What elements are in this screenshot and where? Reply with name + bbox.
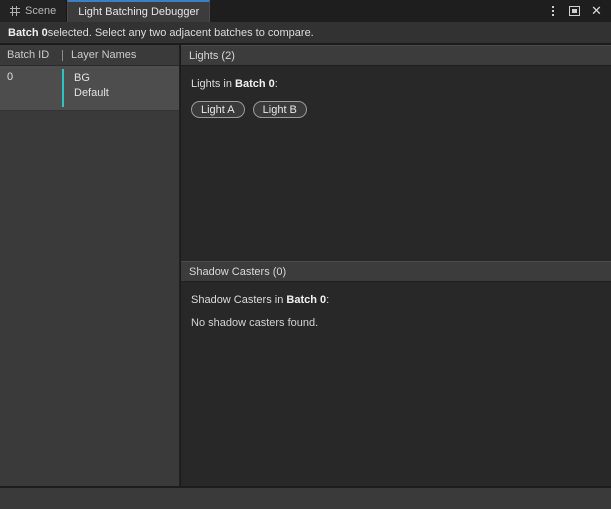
- shadow-casters-section-body: Shadow Casters in Batch 0: No shadow cas…: [181, 282, 611, 329]
- shadow-casters-section: Shadow Casters (0) Shadow Casters in Bat…: [181, 261, 611, 485]
- window-controls: ✕: [542, 0, 611, 22]
- shadow-casters-section-header: Shadow Casters (0): [181, 261, 611, 282]
- kebab-menu-icon[interactable]: [546, 5, 559, 18]
- light-chip-b[interactable]: Light B: [253, 101, 307, 118]
- tab-bar: Scene Light Batching Debugger ✕: [0, 0, 611, 22]
- shadow-casters-label: Shadow Casters in Batch 0:: [191, 294, 611, 306]
- status-batch-name: Batch 0: [8, 27, 48, 39]
- grid-icon: [10, 6, 20, 16]
- shadow-casters-label-prefix: Shadow Casters in: [191, 294, 286, 306]
- shadow-casters-label-suffix: :: [326, 294, 329, 306]
- lights-list: Light A Light B: [191, 101, 611, 118]
- column-header-layer-names: Layer Names: [71, 49, 179, 61]
- tab-scene-label: Scene: [25, 5, 56, 17]
- column-divider: [62, 50, 63, 61]
- batch-id-cell: 0: [0, 66, 62, 110]
- layer-name-item: BG: [74, 71, 179, 86]
- status-message-bar: Batch 0 selected. Select any two adjacen…: [0, 22, 611, 44]
- layer-name-item: Default: [74, 86, 179, 101]
- lights-section: Lights (2) Lights in Batch 0: Light A Li…: [181, 45, 611, 261]
- lights-section-header: Lights (2): [181, 45, 611, 66]
- main-content: Batch ID Layer Names 0 BG Default Lights…: [0, 45, 611, 486]
- light-batching-debugger-window: Scene Light Batching Debugger ✕ Batch 0 …: [0, 0, 611, 509]
- lights-label-suffix: :: [275, 78, 278, 90]
- lights-label: Lights in Batch 0:: [191, 78, 611, 90]
- details-panel: Lights (2) Lights in Batch 0: Light A Li…: [181, 45, 611, 486]
- status-message-text: selected. Select any two adjacent batche…: [48, 27, 314, 39]
- lights-label-prefix: Lights in: [191, 78, 235, 90]
- table-row[interactable]: 0 BG Default: [0, 66, 179, 111]
- tab-bar-spacer: [210, 0, 542, 22]
- tab-light-batching-debugger-label: Light Batching Debugger: [78, 6, 199, 18]
- layer-names-cell: BG Default: [64, 66, 179, 110]
- tab-light-batching-debugger[interactable]: Light Batching Debugger: [67, 0, 210, 22]
- batch-list-header: Batch ID Layer Names: [0, 45, 179, 66]
- close-icon[interactable]: ✕: [590, 5, 603, 18]
- batch-list-panel: Batch ID Layer Names 0 BG Default: [0, 45, 180, 486]
- lights-section-body: Lights in Batch 0: Light A Light B: [181, 66, 611, 118]
- shadow-casters-empty-message: No shadow casters found.: [191, 317, 611, 329]
- lights-label-batch: Batch 0: [235, 78, 275, 90]
- shadow-casters-label-batch: Batch 0: [286, 294, 326, 306]
- maximize-icon[interactable]: [568, 5, 581, 18]
- light-chip-a[interactable]: Light A: [191, 101, 245, 118]
- tab-scene[interactable]: Scene: [0, 0, 67, 22]
- window-footer: [0, 487, 611, 509]
- column-header-batch-id: Batch ID: [0, 49, 62, 61]
